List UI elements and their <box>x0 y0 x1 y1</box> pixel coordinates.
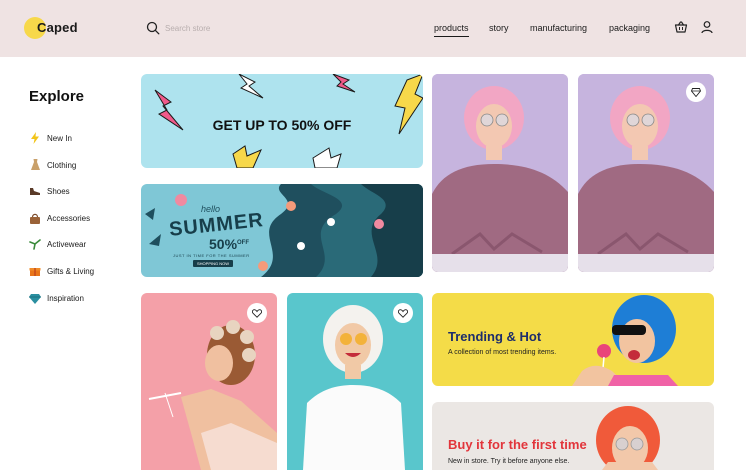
product-image-pink-wig <box>432 74 568 272</box>
promo-trending[interactable]: Trending & Hot A collection of most tren… <box>432 293 714 386</box>
sidebar-item-label: Shoes <box>47 186 70 196</box>
sidebar-item-label: Clothing <box>47 160 77 170</box>
sidebar-item-label: Accessories <box>47 213 91 223</box>
wishlist-heart-button[interactable] <box>393 303 413 323</box>
summer-off: OFF <box>237 240 249 246</box>
summer-hello: hello <box>201 204 221 214</box>
diamond-icon <box>29 292 41 304</box>
search-icon[interactable] <box>146 21 160 35</box>
gift-icon <box>29 265 41 277</box>
product-card-pink-wig-2[interactable] <box>578 74 714 272</box>
promo-trending-title: Trending & Hot <box>448 329 542 344</box>
sidebar-item-label: Activewear <box>47 239 87 249</box>
promo-first-time-title: Buy it for the first time <box>448 437 587 452</box>
user-icon[interactable] <box>700 20 714 34</box>
basket-icon[interactable] <box>674 20 688 34</box>
lightning-icon <box>29 132 41 144</box>
dress-icon <box>29 159 41 171</box>
sidebar-item-label: Gifts & Living <box>47 266 95 276</box>
sidebar-item-accessories[interactable]: Accessories <box>29 210 90 226</box>
sale-headline: GET UP TO 50% OFF <box>212 117 352 133</box>
sale-banner[interactable]: GET UP TO 50% OFF <box>141 74 423 168</box>
sidebar-title: Explore <box>29 88 85 105</box>
product-card-curlers[interactable] <box>141 293 277 470</box>
nav-products[interactable]: products <box>434 23 469 37</box>
sidebar-item-label: New In <box>47 133 72 143</box>
top-header: Caped products story manufacturing packa… <box>0 0 746 57</box>
brand-name: Caped <box>37 20 78 35</box>
summer-banner[interactable]: hello SUMMER 50% OFF JUST IN TIME FOR TH… <box>141 184 423 277</box>
sidebar-item-clothing[interactable]: Clothing <box>29 157 76 173</box>
promo-trending-subtitle: A collection of most trending items. <box>448 349 557 356</box>
bag-icon <box>29 212 41 224</box>
wishlist-heart-button[interactable] <box>247 303 267 323</box>
nav-packaging[interactable]: packaging <box>609 23 650 33</box>
activewear-icon <box>29 238 41 250</box>
summer-percent: 50% <box>209 236 238 252</box>
search-input[interactable] <box>165 20 345 36</box>
promo-first-time-subtitle: New in store. Try it before anyone else. <box>448 458 570 465</box>
sidebar-item-activewear[interactable]: Activewear <box>29 236 86 252</box>
sidebar-item-label: Inspiration <box>47 293 84 303</box>
summer-shop-button[interactable]: SHOPPING NOW <box>193 260 234 267</box>
heart-icon <box>398 308 408 318</box>
sidebar-item-gifts-living[interactable]: Gifts & Living <box>29 263 94 279</box>
sidebar-item-new-in[interactable]: New In <box>29 130 72 146</box>
nav-story[interactable]: story <box>489 23 509 33</box>
sidebar-item-shoes[interactable]: Shoes <box>29 183 70 199</box>
product-image-pink-wig-2 <box>578 74 714 272</box>
product-card-pink-wig[interactable] <box>432 74 568 272</box>
summer-tagline: JUST IN TIME FOR THE SUMMER <box>173 253 250 258</box>
promo-first-time[interactable]: Buy it for the first time New in store. … <box>432 402 714 470</box>
shoe-icon <box>29 185 41 197</box>
heart-icon <box>252 308 262 318</box>
wishlist-diamond-button[interactable] <box>686 82 706 102</box>
page: Caped products story manufacturing packa… <box>0 0 746 470</box>
brand-logo[interactable]: Caped <box>24 17 84 41</box>
sidebar-item-inspiration[interactable]: Inspiration <box>29 290 84 306</box>
diamond-icon <box>691 87 701 97</box>
product-card-white-wig[interactable] <box>287 293 423 470</box>
nav-manufacturing[interactable]: manufacturing <box>530 23 587 33</box>
